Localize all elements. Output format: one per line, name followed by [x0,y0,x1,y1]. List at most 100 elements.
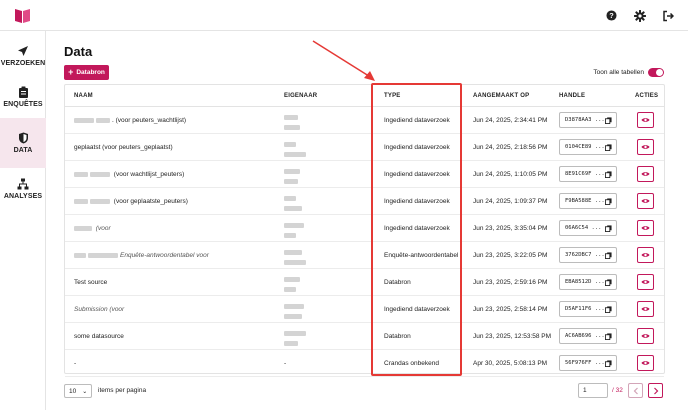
copy-icon[interactable] [605,333,612,340]
app-logo-icon[interactable] [14,7,31,24]
copy-icon[interactable] [605,279,612,286]
handle-field[interactable]: EBA8512D ... [559,274,617,290]
naam-prefix: Test source [74,279,108,286]
naam-prefix: Submission (voor [74,306,125,313]
naam-suffix: ) [185,198,188,205]
view-button[interactable] [637,166,654,182]
naam-prefix: (voor [112,171,131,178]
sidebar-item-label: ANALYSES [3,193,43,200]
page-number-value: 1 [583,387,587,394]
column-header-naam[interactable]: NAAM [74,93,93,99]
redacted-text [96,117,110,123]
view-button[interactable] [637,193,654,209]
handle-field[interactable]: 8E91C69F ... [559,166,617,182]
table-row[interactable]: (voor geplaatste_peuters) Ingediend datav… [65,188,664,215]
column-header-eigenaar[interactable]: EIGENAAR [284,93,317,99]
table-row[interactable]: Test source Databron Jun 23, 2025, 2:59:16… [65,269,664,296]
chevron-down-icon: ⌄ [82,388,88,395]
column-header-type[interactable]: TYPE [384,93,400,99]
sidebar-item-label: ENQUÊTES [3,101,43,108]
handle-field[interactable]: D3878AA3 ... [559,112,617,128]
table-row[interactable]: . (voor peuters_wachtlijst) Ingediend dat… [65,107,664,134]
table-row[interactable]: (voor Ingediend dataverzoek Jun 23, 2025,… [65,215,664,242]
cell-naam: (voor geplaatste_peuters) [74,198,274,205]
sidebar-item-enquetes[interactable]: ENQUÊTES [0,72,46,122]
copy-icon[interactable] [605,225,612,232]
naam-name: wachtlijst_peuters [130,171,183,178]
view-button[interactable] [637,301,654,317]
column-header-acties: ACTIES [635,93,659,99]
handle-field[interactable]: D5AF11F6 ... [559,301,617,317]
logout-icon[interactable] [661,9,674,22]
copy-icon[interactable] [605,360,612,367]
show-all-tables-toggle[interactable] [648,68,664,77]
handle-field[interactable]: 0104CE89 ... [559,139,617,155]
naam-prefix: some datasource [74,333,124,340]
next-page-button[interactable] [648,383,663,398]
handle-field[interactable]: 06A6C54 ... [559,220,617,236]
page-size-value: 10 [69,387,77,395]
view-button[interactable] [637,274,654,290]
handle-field[interactable]: 56F976FF ... [559,355,617,371]
table-row[interactable]: geplaatst (voor peuters_geplaatst) Ingedi… [65,134,664,161]
naam-prefix: (voor [94,225,111,232]
view-button[interactable] [637,355,654,371]
copy-icon[interactable] [605,144,612,151]
page-number-input[interactable]: 1 [578,383,608,398]
table-row[interactable]: - - Crandas onbekend Apr 30, 2025, 5:08:13 … [65,350,664,377]
cell-eigenaar [284,114,300,131]
table-row[interactable]: Submission (voor Ingediend dataverzoek Ju… [65,296,664,323]
cell-aangemaakt: Jun 24, 2025, 2:18:56 PM [473,144,548,151]
cell-naam: geplaatst (voor peuters_geplaatst) [74,144,274,151]
previous-page-button[interactable] [628,383,643,398]
chevron-left-icon [633,387,638,394]
eye-icon [641,253,650,257]
cell-aangemaakt: Jun 23, 2025, 3:22:05 PM [473,252,548,259]
sidebar-item-analyses[interactable]: ANALYSES [0,164,46,214]
redacted-text [284,205,302,211]
sidebar: VERZOEKEN ENQUÊTES DATA ANALYSES [0,31,46,410]
view-button[interactable] [637,139,654,155]
table-row[interactable]: Enquête-antwoordentabel voor Enquête-ant… [65,242,664,269]
view-button[interactable] [637,328,654,344]
redacted-text [284,178,298,184]
handle-value: 06A6C54 ... [565,225,602,231]
redacted-text [284,340,298,346]
table-row[interactable]: (voor wachtlijst_peuters) Ingediend datav… [65,161,664,188]
cell-aangemaakt: Jun 24, 2025, 1:10:05 PM [473,171,548,178]
redacted-text [284,303,304,309]
sidebar-item-data[interactable]: DATA [0,118,46,168]
redacted-text [284,151,306,157]
cell-eigenaar [284,195,302,212]
column-header-handle[interactable]: HANDLE [559,93,585,99]
handle-field[interactable]: F9BA588E ... [559,193,617,209]
view-button[interactable] [637,220,654,236]
copy-icon[interactable] [605,117,612,124]
column-header-aangemaakt[interactable]: AANGEMAAKT OP [473,93,529,99]
send-icon [18,46,28,56]
redacted-text [284,286,296,292]
copy-icon[interactable] [605,252,612,259]
view-button[interactable] [637,247,654,263]
page-size-select[interactable]: 10 ⌄ [64,384,92,398]
redacted-text [74,171,88,177]
cell-type: Ingediend dataverzoek [384,171,450,178]
handle-field[interactable]: AC6AB696 ... [559,328,617,344]
copy-icon[interactable] [605,171,612,178]
cell-eigenaar [284,222,304,239]
cell-type: Databron [384,333,411,340]
table-row[interactable]: some datasource Databron Jun 23, 2025, 12:… [65,323,664,350]
handle-value: D3878AA3 ... [565,117,605,123]
table-header: NAAM EIGENAAR TYPE AANGEMAAKT OP HANDLE … [65,85,664,107]
cell-type: Crandas onbekend [384,360,439,367]
add-databron-button[interactable]: + Databron [64,65,109,80]
redacted-text [284,195,296,201]
cell-eigenaar [284,330,306,347]
eye-icon [641,118,650,122]
help-icon[interactable]: ? [605,9,618,22]
handle-field[interactable]: 3762DBC7 ... [559,247,617,263]
copy-icon[interactable] [605,198,612,205]
view-button[interactable] [637,112,654,128]
copy-icon[interactable] [605,306,612,313]
gear-icon[interactable] [633,9,646,22]
